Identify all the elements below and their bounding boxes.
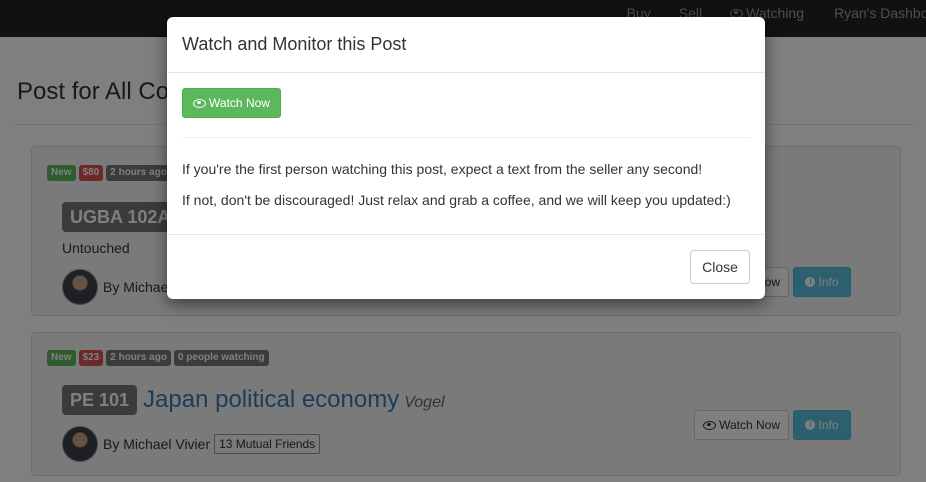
modal-text-reassurance: If not, don't be discouraged! Just relax… bbox=[182, 192, 731, 208]
modal-watch-now-label: Watch Now bbox=[209, 96, 270, 110]
modal-header: Watch and Monitor this Post bbox=[167, 17, 765, 73]
watch-modal: Watch and Monitor this Post Watch Now If… bbox=[167, 17, 765, 299]
modal-divider bbox=[182, 137, 750, 138]
eye-icon bbox=[193, 98, 207, 108]
modal-title: Watch and Monitor this Post bbox=[182, 34, 407, 54]
modal-watch-now-button[interactable]: Watch Now bbox=[182, 88, 281, 118]
modal-text-first-watcher: If you're the first person watching this… bbox=[182, 161, 703, 177]
modal-footer-divider bbox=[167, 234, 765, 235]
close-button[interactable]: Close bbox=[690, 250, 750, 284]
